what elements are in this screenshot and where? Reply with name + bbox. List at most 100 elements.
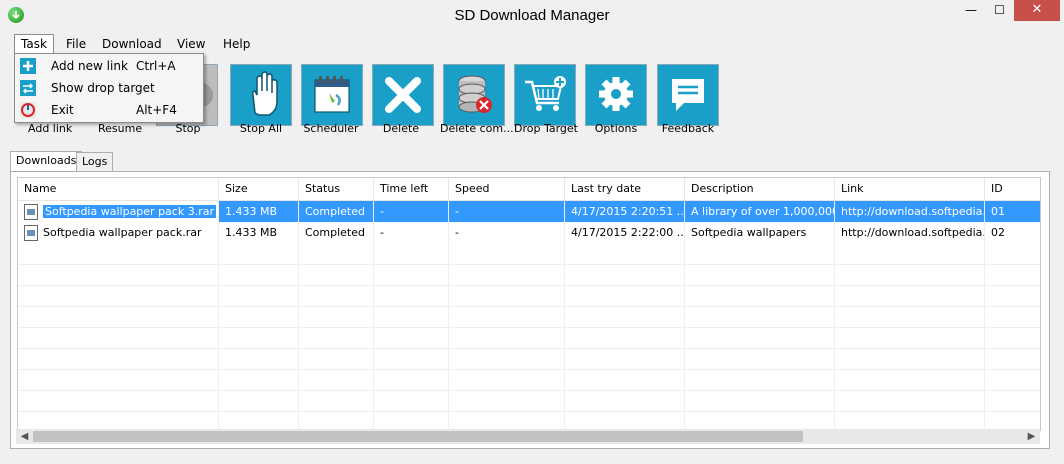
menu-download[interactable]: Download [96,35,168,53]
file-link: http://download.softpedia.... [835,201,985,222]
maximize-button[interactable]: ☐ [986,0,1013,21]
stop-all-label[interactable]: Stop All [236,122,286,135]
file-description: A library of over 1,000,000 ... [685,201,835,222]
grid-column-line [834,200,835,430]
grid-column-line [373,200,374,430]
menu-item-show-drop-target[interactable]: Show drop target [15,77,203,99]
grid-line [18,285,1040,286]
feedback-button[interactable] [657,64,719,126]
options-label[interactable]: Options [593,122,639,135]
plus-icon [20,58,36,74]
file-name: Softpedia wallpaper pack.rar [43,226,202,239]
table-row[interactable]: Softpedia wallpaper pack.rar 1.433 MB Co… [18,222,1040,243]
scheduler-button[interactable] [301,64,363,126]
scrollbar-thumb[interactable] [33,431,803,442]
menu-item-exit[interactable]: Exit Alt+F4 [15,99,203,121]
calendar-icon [314,76,350,113]
horizontal-scrollbar[interactable]: ◀ ▶ [16,429,1040,444]
menu-item-label: Show drop target [51,81,155,95]
resume-label[interactable]: Resume [98,122,142,135]
column-header-size[interactable]: Size [219,178,299,200]
file-id: 02 [991,226,1005,239]
grid-line [18,369,1040,370]
column-header-speed[interactable]: Speed [449,178,565,200]
menu-view[interactable]: View [171,35,211,53]
column-header-time-left[interactable]: Time left [374,178,449,200]
menu-item-shortcut: Ctrl+A [136,59,176,73]
file-speed: - [449,201,565,222]
column-header-last-try-date[interactable]: Last try date [565,178,685,200]
close-button[interactable]: ✕ [1014,0,1060,21]
column-header-name[interactable]: Name [18,178,219,200]
window-title: SD Download Manager [454,7,610,24]
grid-column-line [984,200,985,430]
exit-icon [20,102,36,118]
task-menu-dropdown: Add new link Ctrl+A Show drop target Exi… [14,53,204,123]
minimize-button[interactable]: — [957,0,985,21]
x-icon [385,77,421,113]
menu-file[interactable]: File [60,35,92,53]
gear-icon [599,77,633,111]
drop-target-label[interactable]: Drop Target [514,122,578,135]
scroll-left-arrow-icon[interactable]: ◀ [16,429,33,444]
file-id: 01 [985,201,1040,222]
file-size: 1.433 MB [219,222,299,243]
add-link-label[interactable]: Add link [28,122,72,135]
cart-icon [525,76,566,111]
column-header-status[interactable]: Status [299,178,374,200]
feedback-label[interactable]: Feedback [660,122,716,135]
file-status: Completed [299,201,374,222]
grid-line [18,327,1040,328]
database-delete-icon [458,75,492,113]
grid-column-line [684,200,685,430]
grid-line [18,348,1040,349]
tab-logs[interactable]: Logs [76,152,114,171]
downloads-table[interactable]: Name Size Status Time left Speed Last tr… [17,177,1041,431]
column-header-description[interactable]: Description [685,178,835,200]
file-last-try: 4/17/2015 2:20:51 ... [565,201,685,222]
title-bar: SD Download Manager — ☐ ✕ [0,0,1064,31]
hand-icon [252,71,278,116]
stop-label[interactable]: Stop [170,122,206,135]
column-header-id[interactable]: ID [985,178,1040,200]
file-link: http://download.softpedia.... [835,222,985,243]
grid-column-line [448,200,449,430]
grid-line [18,411,1040,412]
scheduler-label[interactable]: Scheduler [303,122,359,135]
menu-item-add-new-link[interactable]: Add new link Ctrl+A [15,55,203,77]
delete-label[interactable]: Delete [379,122,423,135]
file-icon [24,204,38,220]
options-button[interactable] [585,64,647,126]
delete-button[interactable] [372,64,434,126]
drop-target-button[interactable] [514,64,576,126]
downloads-panel: Name Size Status Time left Speed Last tr… [10,171,1050,449]
grid-column-line [218,200,219,430]
file-status: Completed [299,222,374,243]
file-last-try: 4/17/2015 2:22:00 ... [565,222,685,243]
grid-line [18,264,1040,265]
table-header: Name Size Status Time left Speed Last tr… [18,178,1040,201]
file-time-left: - [374,222,449,243]
file-name: Softpedia wallpaper pack 3.rar [43,205,216,218]
grid-column-line [298,200,299,430]
table-row[interactable]: Softpedia wallpaper pack 3.rar 1.433 MB … [18,201,1040,222]
file-description: Softpedia wallpapers [685,222,835,243]
menu-help[interactable]: Help [217,35,256,53]
file-icon [24,225,38,241]
drop-target-icon [20,80,36,96]
column-header-link[interactable]: Link [835,178,985,200]
menu-item-shortcut: Alt+F4 [136,103,177,117]
delete-completed-button[interactable] [443,64,505,126]
menu-task[interactable]: Task [14,34,54,53]
menu-bar: Task File Download View Help [0,33,1064,53]
tab-downloads[interactable]: Downloads [10,151,83,172]
grid-line [18,306,1040,307]
menu-item-label: Add new link [51,59,128,73]
grid-line [18,390,1040,391]
file-time-left: - [374,201,449,222]
file-speed: - [449,222,565,243]
grid-column-line [564,200,565,430]
scroll-right-arrow-icon[interactable]: ▶ [1023,429,1040,444]
delete-completed-label[interactable]: Delete com... [440,122,514,135]
stop-all-button[interactable] [230,64,292,126]
